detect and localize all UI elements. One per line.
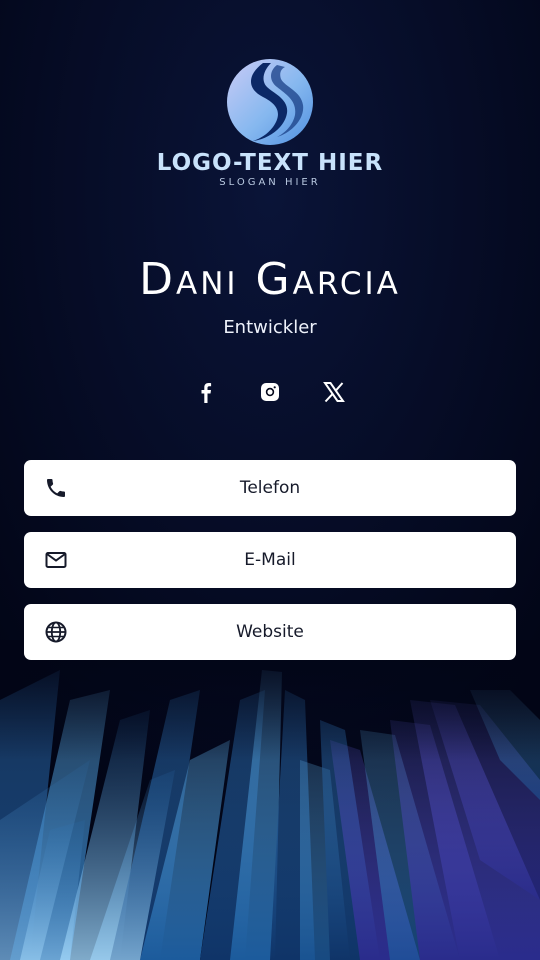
profile-name: Dani Garcia xyxy=(139,254,401,305)
website-button-label: Website xyxy=(236,622,304,642)
facebook-icon xyxy=(201,383,212,403)
logo-text: LOGO-TEXT HIER xyxy=(156,150,384,176)
email-button-label: E-Mail xyxy=(244,550,296,570)
logo-s-sphere-icon xyxy=(227,59,313,145)
logo-slogan: SLOGAN HIER xyxy=(219,177,321,188)
instagram-link[interactable] xyxy=(254,376,286,408)
email-button[interactable]: E-Mail xyxy=(24,532,516,588)
profile-role: Entwickler xyxy=(223,317,317,338)
phone-button[interactable]: Telefon xyxy=(24,460,516,516)
x-icon xyxy=(323,382,345,403)
facebook-link[interactable] xyxy=(190,376,222,408)
x-link[interactable] xyxy=(318,376,350,408)
phone-button-label: Telefon xyxy=(239,478,301,498)
instagram-icon xyxy=(261,383,279,401)
website-button[interactable]: Website xyxy=(24,604,516,660)
